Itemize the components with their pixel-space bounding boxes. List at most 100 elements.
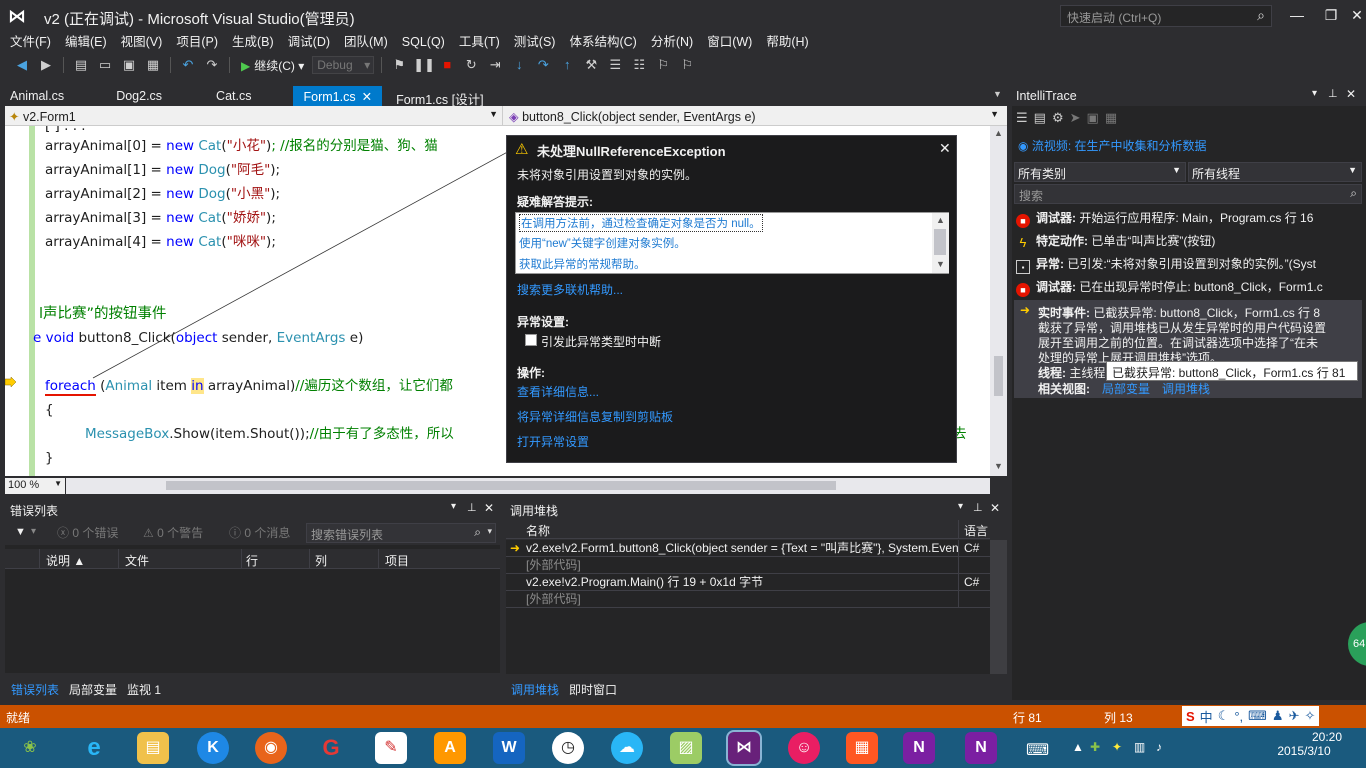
settings-icon[interactable]: ⚙: [1052, 110, 1064, 126]
error-list-search-input[interactable]: 搜索错误列表 ⌕ ▾: [306, 523, 496, 543]
class-dropdown[interactable]: ✦ v2.Form1 ▼: [5, 106, 503, 126]
onenote-clip-icon[interactable]: N: [965, 732, 997, 764]
column-header-description[interactable]: 说明 ▲: [46, 552, 85, 569]
column-header-language[interactable]: 语言: [964, 522, 988, 539]
pause-icon[interactable]: ❚❚: [413, 55, 435, 75]
intellitrace-selected-event[interactable]: ➜ 实时事件: 已截获异常: button8_Click，Form1.cs 行 …: [1014, 300, 1362, 398]
app-a-icon[interactable]: A: [434, 732, 466, 764]
intellitrace-event[interactable]: ■ 调试器: 开始运行应用程序: Main，Program.cs 行 16: [1016, 207, 1362, 229]
save-icon[interactable]: ▣: [119, 55, 139, 75]
minimize-button[interactable]: —: [1280, 4, 1314, 26]
related-call-stack-link[interactable]: 调用堆栈: [1162, 380, 1210, 397]
clock-app-icon[interactable]: ◷: [552, 732, 584, 764]
calls-view-icon[interactable]: ▤: [1034, 110, 1046, 126]
intellitrace-event[interactable]: ▪ 异常: 已引发:“未将对象引用设置到对象的实例。”(Syst: [1016, 253, 1362, 275]
onenote-icon[interactable]: N: [903, 732, 935, 764]
tray-expand-icon[interactable]: ▲: [1072, 740, 1084, 754]
intellitrace-event[interactable]: ϟ 特定动作: 已单击“叫声比赛”(按钮): [1016, 230, 1362, 252]
menu-window[interactable]: 窗口(W): [701, 33, 758, 51]
tab-error-list[interactable]: 错误列表: [11, 681, 59, 698]
solution-config-select[interactable]: Debug ▾: [312, 56, 375, 74]
save-icon[interactable]: ▣: [1087, 110, 1099, 126]
menu-file[interactable]: 文件(F): [4, 33, 57, 51]
thread-select[interactable]: 所有线程 ▼: [1188, 162, 1362, 182]
navigate-icon[interactable]: ➤: [1070, 110, 1081, 126]
app-folder-icon[interactable]: ▨: [670, 732, 702, 764]
file-explorer-icon[interactable]: ▤: [137, 732, 169, 764]
app-k-icon[interactable]: K: [197, 732, 229, 764]
menu-test[interactable]: 测试(S): [508, 33, 562, 51]
zoom-select[interactable]: 100 % ▼: [5, 478, 65, 494]
tab-locals[interactable]: 局部变量: [69, 681, 117, 698]
stream-video-link[interactable]: ◉ 流视频: 在生产中收集和分析数据: [1018, 137, 1207, 154]
horizontal-scroll-thumb[interactable]: [166, 481, 836, 490]
tab-dog2-cs[interactable]: Dog2.cs: [106, 86, 172, 106]
filter-dropdown-icon[interactable]: ▾: [31, 526, 36, 537]
editor-vertical-scrollbar[interactable]: ▲ ▼: [990, 126, 1007, 476]
column-header-column[interactable]: 列: [315, 552, 327, 569]
navigate-back-icon[interactable]: ◀: [12, 55, 32, 75]
tab-animal-cs[interactable]: Animal.cs: [0, 86, 74, 106]
tab-cat-cs[interactable]: Cat.cs: [206, 86, 261, 106]
app-chart-icon[interactable]: ✎: [375, 732, 407, 764]
close-icon[interactable]: ✕: [990, 501, 1000, 515]
step-out-icon[interactable]: ↑: [557, 55, 577, 75]
tab-dropdown-icon[interactable]: ▼: [993, 89, 1002, 99]
step-over-icon[interactable]: ↷: [533, 55, 553, 75]
tab-call-stack[interactable]: 调用堆栈: [511, 681, 559, 698]
menu-team[interactable]: 团队(M): [338, 33, 394, 51]
firefox-icon[interactable]: ◉: [255, 732, 287, 764]
tab-immediate-window[interactable]: 即时窗口: [569, 681, 617, 698]
tip-link[interactable]: 使用“new”关键字创建对象实例。: [519, 235, 686, 251]
intellitrace-event[interactable]: ■ 调试器: 已在出现异常时停止: button8_Click，Form1.c: [1016, 276, 1362, 298]
column-header-name[interactable]: 名称: [526, 522, 550, 539]
warnings-filter-button[interactable]: ⚠ 0 个警告: [143, 524, 203, 541]
navigate-forward-icon[interactable]: ▶: [36, 55, 56, 75]
call-stack-row[interactable]: [外部代码]: [506, 591, 990, 608]
panel-menu-icon[interactable]: ▾: [1312, 88, 1317, 99]
quick-launch-input[interactable]: 快速启动 (Ctrl+Q) ⌕: [1060, 5, 1272, 27]
errors-filter-button[interactable]: ⓧ 0 个错误: [57, 524, 118, 541]
search-online-help-link[interactable]: 搜索更多联机帮助...: [517, 281, 623, 298]
break-on-exception-checkbox[interactable]: [525, 334, 537, 346]
tray-app-icon[interactable]: ✚: [1090, 740, 1100, 754]
close-icon[interactable]: ✕: [939, 140, 951, 157]
new-project-icon[interactable]: ▤: [71, 55, 91, 75]
menu-analyze[interactable]: 分析(N): [645, 33, 699, 51]
word-icon[interactable]: W: [493, 732, 525, 764]
editor-scroll-thumb[interactable]: [994, 356, 1003, 396]
view-details-link[interactable]: 查看详细信息...: [517, 383, 599, 400]
tip-link[interactable]: 获取此异常的常规帮助。: [519, 256, 646, 272]
app-g-icon[interactable]: G: [315, 732, 347, 764]
close-window-button[interactable]: ✕: [1340, 4, 1366, 26]
panel-menu-icon[interactable]: ▾: [958, 501, 963, 512]
call-stack-row[interactable]: ➜ v2.exe!v2.Form1.button8_Click(object s…: [506, 540, 990, 557]
menu-debug[interactable]: 调试(D): [282, 33, 336, 51]
hex-display-icon[interactable]: ⚒: [581, 55, 601, 75]
menu-tools[interactable]: 工具(T): [453, 33, 506, 51]
menu-build[interactable]: 生成(B): [226, 33, 280, 51]
open-file-icon[interactable]: ▭: [95, 55, 115, 75]
related-locals-link[interactable]: 局部变量: [1102, 380, 1150, 397]
pin-icon[interactable]: ⊥: [467, 501, 477, 514]
bookmark-icon[interactable]: ⚐: [653, 55, 673, 75]
close-icon[interactable]: ✕: [484, 501, 494, 515]
tip-link[interactable]: 在调用方法前，通过检查确定对象是否为 null。: [519, 214, 763, 232]
save-all-icon[interactable]: ▦: [143, 55, 163, 75]
column-header-line[interactable]: 行: [246, 552, 258, 569]
menu-sql[interactable]: SQL(Q): [396, 33, 451, 51]
filter-icon[interactable]: ▼: [15, 526, 26, 538]
close-icon[interactable]: ✕: [1346, 87, 1356, 101]
messages-filter-button[interactable]: ⓘ 0 个消息: [229, 524, 290, 541]
column-header-project[interactable]: 项目: [385, 552, 409, 569]
app-chat-icon[interactable]: ☺: [788, 732, 820, 764]
call-stack-row[interactable]: v2.exe!v2.Program.Main() 行 19 + 0x1d 字节 …: [506, 574, 990, 591]
close-icon[interactable]: ✕: [362, 90, 372, 104]
column-header-file[interactable]: 文件: [125, 552, 149, 569]
restart-icon[interactable]: ↻: [461, 55, 481, 75]
tab-form1-cs[interactable]: Form1.cs ✕: [293, 86, 383, 106]
intellitrace-search-input[interactable]: 搜索 ⌕: [1014, 184, 1362, 204]
open-exception-settings-link[interactable]: 打开异常设置: [517, 433, 589, 450]
menu-architecture[interactable]: 体系结构(C): [563, 33, 642, 51]
uncomment-icon[interactable]: ☷: [629, 55, 649, 75]
